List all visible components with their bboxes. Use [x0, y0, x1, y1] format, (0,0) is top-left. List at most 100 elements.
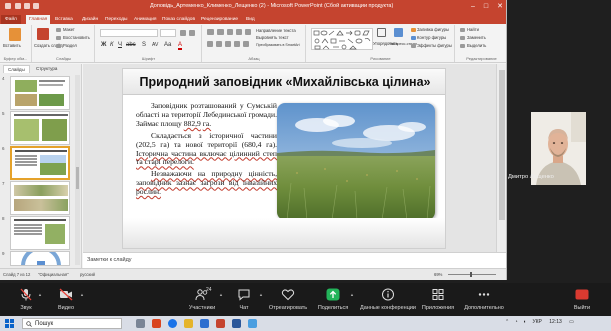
notes-pane[interactable]: Заметки к слайду — [83, 252, 506, 268]
grow-font-icon[interactable] — [180, 30, 186, 36]
tab-view[interactable]: Вид — [246, 15, 255, 24]
spacing-icon[interactable]: AV — [152, 42, 158, 48]
italic-icon[interactable]: К — [110, 42, 114, 48]
tab-home[interactable]: Главная — [26, 15, 51, 24]
reset-button[interactable]: Восстановить — [63, 35, 90, 41]
taskbar-search-box[interactable]: Пошук — [22, 318, 122, 329]
zoom-slider-thumb[interactable] — [470, 272, 472, 277]
justify-icon[interactable] — [234, 41, 240, 47]
underline-icon[interactable]: Ч — [118, 42, 122, 48]
tab-review[interactable]: Рецензирование — [201, 15, 238, 24]
section-button[interactable]: Раздел — [63, 43, 77, 49]
scrollbar-thumb[interactable] — [76, 167, 79, 189]
tab-transitions[interactable]: Переходы — [105, 15, 128, 24]
steppe-photo[interactable] — [277, 103, 435, 220]
font-color-icon[interactable]: A — [178, 42, 183, 50]
maximize-icon[interactable]: □ — [480, 2, 492, 11]
video-button[interactable]: Видео — [40, 285, 92, 315]
network-icon[interactable]: ◔ — [515, 319, 518, 325]
editing-area-scrollbar[interactable] — [496, 64, 506, 252]
shrink-font-icon[interactable] — [189, 30, 195, 36]
store-app-icon[interactable] — [248, 319, 257, 328]
slide-thumbnail-8[interactable] — [10, 216, 70, 250]
tab-slides[interactable]: Слайды — [3, 65, 30, 73]
notifications-icon[interactable]: ▭ — [569, 319, 574, 325]
tab-insert[interactable]: Вставка — [55, 15, 73, 24]
tab-outline[interactable]: Структура — [32, 65, 61, 73]
minimize-icon[interactable]: – — [467, 2, 479, 11]
shapes-gallery[interactable] — [311, 28, 373, 50]
align-right-icon[interactable] — [225, 41, 231, 47]
slide-body-text[interactable]: Заповідник розташований у Сумській облас… — [136, 101, 277, 200]
zoom-slider[interactable] — [448, 274, 496, 275]
bullets-icon[interactable] — [207, 29, 214, 35]
zoom-level[interactable]: 69% — [434, 272, 442, 277]
office-icon[interactable] — [152, 319, 161, 328]
columns-icon[interactable] — [243, 41, 249, 47]
undo-icon[interactable] — [24, 3, 30, 9]
chrome-icon[interactable] — [168, 319, 177, 328]
arrange-icon[interactable] — [377, 28, 386, 37]
font-size-select[interactable] — [160, 29, 176, 37]
replace-button[interactable]: Заменить — [467, 35, 486, 41]
smartart-button[interactable]: Преобразовать в SmartArt — [256, 42, 300, 48]
tab-file[interactable]: Файл — [1, 15, 21, 24]
find-button[interactable]: Найти — [467, 27, 479, 33]
font-name-select[interactable] — [100, 29, 158, 37]
share-screen-button[interactable]: Поделиться — [307, 285, 359, 315]
tray-chevron-icon[interactable]: ⌃ — [505, 319, 509, 325]
quick-styles-icon[interactable] — [394, 28, 403, 37]
new-slide-icon[interactable] — [37, 28, 49, 40]
tab-design[interactable]: Дизайн — [82, 15, 98, 24]
windows-start-icon[interactable] — [5, 319, 14, 328]
slide-thumbnail-5[interactable] — [10, 111, 70, 145]
align-left-icon[interactable] — [207, 41, 213, 47]
align-text-button[interactable]: Выровнять текст — [256, 35, 289, 41]
powerpoint-app-icon[interactable] — [216, 319, 225, 328]
tab-animation[interactable]: Анимация — [134, 15, 157, 24]
slides-panel-scrollbar[interactable] — [75, 75, 80, 265]
line-spacing-icon[interactable] — [245, 29, 251, 35]
case-icon[interactable]: Aa — [164, 42, 171, 48]
layout-button[interactable]: Макет — [63, 27, 75, 33]
paste-button[interactable]: Вставить — [3, 43, 21, 49]
input-language[interactable]: УКР — [532, 319, 541, 325]
app-icon[interactable] — [5, 3, 11, 9]
slide-thumbnail-6-selected[interactable] — [10, 146, 70, 180]
shape-fill-button[interactable]: Заливка фигуры — [417, 27, 449, 33]
indent-more-icon[interactable] — [236, 29, 242, 35]
slide-thumbnail-9[interactable] — [10, 251, 70, 266]
align-center-icon[interactable] — [216, 41, 222, 47]
participant-name: Дмитро Лещенко — [508, 174, 554, 180]
clock-time[interactable]: 12:13 — [549, 319, 562, 325]
select-icon — [460, 44, 465, 48]
slide-title-box[interactable]: Природний заповідник «Михайлівська цілин… — [123, 69, 445, 95]
scrollbar-thumb[interactable] — [499, 70, 505, 220]
shadow-icon[interactable]: S — [142, 42, 146, 48]
shape-outline-button[interactable]: Контур фигуры — [417, 35, 446, 41]
text-direction-button[interactable]: Направление текста — [256, 28, 296, 34]
paste-icon[interactable] — [9, 28, 21, 41]
zoom-app-icon[interactable] — [200, 319, 209, 328]
tab-slideshow[interactable]: Показ слайдов — [162, 15, 195, 24]
volume-icon[interactable]: ◖ — [523, 319, 526, 325]
task-view-icon[interactable] — [136, 319, 145, 328]
close-icon[interactable]: ✕ — [494, 2, 506, 11]
video-caret-icon[interactable]: ▲ — [80, 292, 84, 297]
leave-button[interactable]: Выйти — [558, 285, 606, 315]
bold-icon[interactable]: Ж — [101, 42, 106, 48]
select-button[interactable]: Выделить — [467, 43, 486, 49]
slide-thumbnail-4[interactable] — [10, 76, 70, 110]
more-button[interactable]: Дополнительно — [455, 285, 513, 315]
slide-thumbnail-7[interactable] — [10, 181, 70, 215]
video-off-icon — [59, 288, 73, 301]
word-app-icon[interactable] — [232, 319, 241, 328]
indent-less-icon[interactable] — [227, 29, 233, 35]
shape-effects-button[interactable]: Эффекты фигуры — [417, 43, 452, 49]
current-slide[interactable]: Природний заповідник «Михайлівська цілин… — [122, 68, 446, 249]
save-icon[interactable] — [15, 3, 21, 9]
strike-icon[interactable]: abc — [126, 42, 136, 48]
file-explorer-icon[interactable] — [184, 319, 193, 328]
numbering-icon[interactable] — [217, 29, 224, 35]
redo-icon[interactable] — [33, 3, 39, 9]
